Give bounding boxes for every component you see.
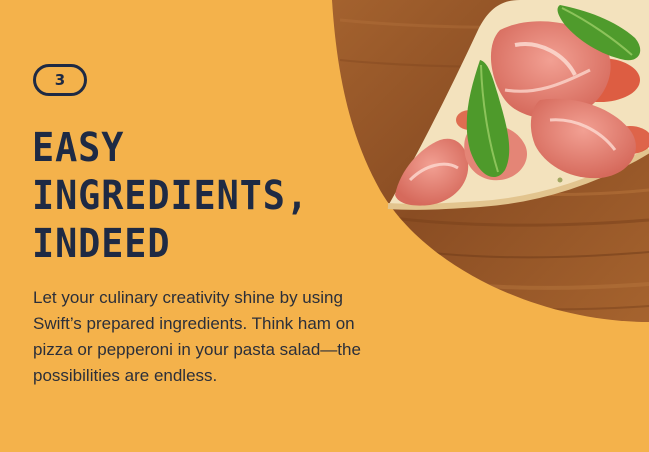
body-paragraph: Let your culinary creativity shine by us…	[33, 288, 361, 385]
step-number-badge: 3	[33, 64, 87, 96]
feature-card: 3 EASY INGREDIENTS, INDEED Let your culi…	[0, 0, 649, 452]
headline: EASY INGREDIENTS, INDEED	[32, 124, 345, 268]
headline-line-1: EASY	[32, 125, 125, 171]
headline-line-2: INGREDIENTS,	[32, 173, 309, 219]
headline-line-3: INDEED	[32, 221, 171, 267]
